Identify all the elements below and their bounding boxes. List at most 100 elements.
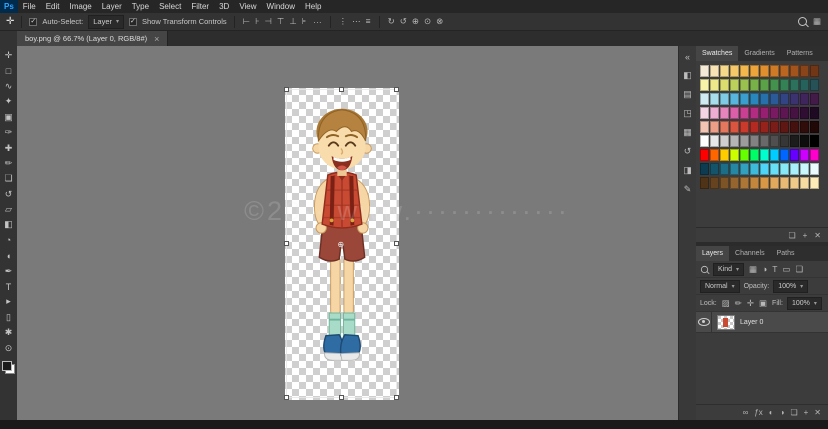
color-swatch-control[interactable] (2, 360, 15, 374)
swatch-6-3[interactable] (730, 149, 739, 161)
transform-handle-middle-right[interactable] (394, 240, 399, 246)
blur-tool[interactable]: ◔ (0, 233, 17, 248)
swatch-5-1[interactable] (710, 135, 719, 147)
swatch-7-6[interactable] (760, 163, 769, 175)
align-icon-5[interactable]: ⊧ (301, 16, 307, 27)
swatch-1-6[interactable] (760, 79, 769, 91)
swatch-7-0[interactable] (700, 163, 709, 175)
auto-select-dropdown[interactable]: Layer ▾ (88, 14, 125, 29)
swatch-6-0[interactable] (700, 149, 709, 161)
swatch-7-2[interactable] (720, 163, 729, 175)
swatch-2-11[interactable] (810, 93, 819, 105)
swatch-4-1[interactable] (710, 121, 719, 133)
swatch-1-8[interactable] (780, 79, 789, 91)
menu-item-3d[interactable]: 3D (214, 0, 234, 13)
swatch-6-4[interactable] (740, 149, 749, 161)
swatch-1-5[interactable] (750, 79, 759, 91)
3d-mode-icon-4[interactable]: ⊗ (435, 16, 444, 27)
swatch-6-7[interactable] (770, 149, 779, 161)
transform-handle-top-right[interactable] (394, 87, 399, 92)
3d-mode-icon-3[interactable]: ⊙ (423, 16, 432, 27)
swatch-0-9[interactable] (790, 65, 799, 77)
swatch-5-9[interactable] (790, 135, 799, 147)
menu-item-image[interactable]: Image (64, 0, 96, 13)
menu-item-layer[interactable]: Layer (97, 0, 127, 13)
lock-icon-3[interactable]: ▣ (758, 298, 768, 309)
brush-tool[interactable]: ✏ (0, 156, 17, 171)
distribute-icon-2[interactable]: ≡ (365, 16, 372, 27)
tab-layers[interactable]: Layers (696, 246, 730, 261)
tab-swatches[interactable]: Swatches (696, 46, 739, 61)
swatch-2-6[interactable] (760, 93, 769, 105)
swatch-3-10[interactable] (800, 107, 809, 119)
3d-mode-icon-1[interactable]: ↺ (399, 16, 408, 27)
crop-tool[interactable]: ▣ (0, 110, 17, 125)
libraries-panel-icon[interactable]: ▦ (683, 127, 692, 138)
swatch-1-10[interactable] (800, 79, 809, 91)
layer-filter-dropdown[interactable]: Kind ▾ (713, 262, 745, 276)
swatch-1-0[interactable] (700, 79, 709, 91)
eraser-tool[interactable]: ▱ (0, 202, 17, 217)
align-icon-4[interactable]: ⊥ (288, 16, 297, 27)
tab-channels[interactable]: Channels (729, 246, 771, 261)
swatch-8-1[interactable] (710, 177, 719, 189)
swatch-6-2[interactable] (720, 149, 729, 161)
swatch-2-8[interactable] (780, 93, 789, 105)
swatch-8-6[interactable] (760, 177, 769, 189)
swatch-0-6[interactable] (760, 65, 769, 77)
swatch-4-8[interactable] (780, 121, 789, 133)
swatch-6-5[interactable] (750, 149, 759, 161)
swatch-0-7[interactable] (770, 65, 779, 77)
layer-mask-icon[interactable]: ◐ (769, 408, 774, 417)
layer-filter-icon-3[interactable]: ▭ (781, 264, 791, 275)
swatch-1-9[interactable] (790, 79, 799, 91)
swatch-2-4[interactable] (740, 93, 749, 105)
swatch-0-8[interactable] (780, 65, 789, 77)
swatch-3-5[interactable] (750, 107, 759, 119)
swatch-3-0[interactable] (700, 107, 709, 119)
swatch-8-11[interactable] (810, 177, 819, 189)
swatch-1-2[interactable] (720, 79, 729, 91)
swatch-2-10[interactable] (800, 93, 809, 105)
color-panel-icon[interactable]: ◧ (683, 70, 692, 81)
swatch-2-5[interactable] (750, 93, 759, 105)
new-layer-icon[interactable]: + (804, 408, 809, 417)
transform-handle-bottom-left[interactable] (284, 395, 289, 400)
align-icon-0[interactable]: ⊢ (242, 16, 251, 27)
swatch-6-6[interactable] (760, 149, 769, 161)
swatch-3-7[interactable] (770, 107, 779, 119)
distribute-icon-1[interactable]: ⋯ (351, 16, 362, 27)
swatch-8-9[interactable] (790, 177, 799, 189)
align-icon-3[interactable]: ⊤ (276, 16, 285, 27)
lasso-tool[interactable]: ∿ (0, 79, 17, 94)
swatch-8-5[interactable] (750, 177, 759, 189)
3d-mode-icon-2[interactable]: ⊕ (411, 16, 420, 27)
swatch-6-1[interactable] (710, 149, 719, 161)
swatch-3-8[interactable] (780, 107, 789, 119)
swatch-8-2[interactable] (720, 177, 729, 189)
delete-swatch-icon[interactable]: ✕ (814, 231, 821, 240)
transform-handle-top-middle[interactable] (338, 87, 344, 92)
swatch-7-9[interactable] (790, 163, 799, 175)
tab-paths[interactable]: Paths (771, 246, 801, 261)
swatch-7-8[interactable] (780, 163, 789, 175)
swatch-5-7[interactable] (770, 135, 779, 147)
collapse-panels-icon[interactable]: « (685, 52, 690, 62)
opacity-dropdown[interactable]: 100% ▾ (773, 279, 809, 293)
align-icon-1[interactable]: ⊦ (254, 16, 260, 27)
transform-handle-bottom-right[interactable] (394, 395, 399, 400)
new-swatch-group-icon[interactable]: ❏ (788, 231, 795, 240)
layer-filter-icon-2[interactable]: T (771, 264, 778, 275)
transform-bounding-box[interactable]: ⊕ (284, 87, 399, 400)
swatch-4-7[interactable] (770, 121, 779, 133)
swatch-5-5[interactable] (750, 135, 759, 147)
swatch-4-0[interactable] (700, 121, 709, 133)
swatch-1-1[interactable] (710, 79, 719, 91)
swatch-8-3[interactable] (730, 177, 739, 189)
blend-mode-dropdown[interactable]: Normal ▾ (700, 279, 740, 293)
layer-filter-icon-1[interactable]: ◑ (761, 264, 768, 275)
swatch-3-4[interactable] (740, 107, 749, 119)
layer-filter-icon-4[interactable]: ❏ (794, 264, 804, 275)
swatch-7-3[interactable] (730, 163, 739, 175)
zoom-tool[interactable]: ⊙ (0, 340, 17, 355)
